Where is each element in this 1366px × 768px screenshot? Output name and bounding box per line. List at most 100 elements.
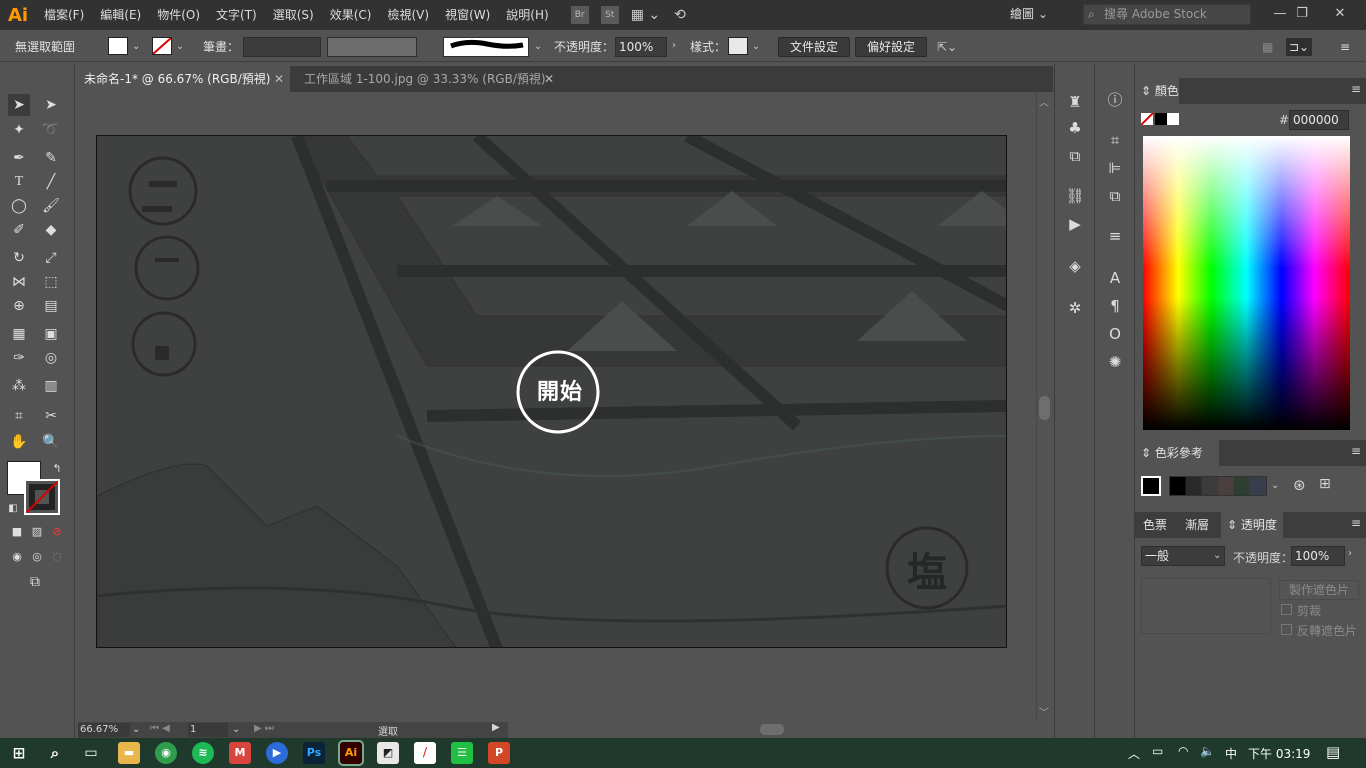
color-spectrum[interactable]	[1143, 136, 1350, 430]
artboard-tool-icon[interactable]: ⌗	[8, 405, 30, 427]
mesh-tool-icon[interactable]: ▦	[8, 323, 30, 345]
artboard-number-field[interactable]: 1	[188, 723, 228, 737]
scale-tool-icon[interactable]: ⤢	[40, 247, 62, 269]
menu-file[interactable]: 檔案(F)	[36, 0, 92, 30]
curvature-tool-icon[interactable]: ✎	[40, 147, 62, 169]
slice-tool-icon[interactable]: ✂	[40, 405, 62, 427]
panel-menu-icon[interactable]: ≡	[1351, 444, 1361, 458]
quick-actions-icon[interactable]: ⇱⌄	[937, 38, 957, 56]
preferences-button[interactable]: 偏好設定	[855, 37, 927, 57]
gpu-performance-icon[interactable]: ⟲	[674, 7, 686, 23]
menu-help[interactable]: 說明(H)	[498, 0, 556, 30]
swap-colors-icon[interactable]: ↰	[46, 458, 68, 480]
restore-button[interactable]: ❐	[1282, 0, 1322, 30]
workspace-switcher[interactable]: 繪圖 ⌄	[1010, 5, 1048, 22]
search-icon[interactable]: ⌕	[44, 742, 66, 764]
zoom-tool-icon[interactable]: 🔍	[40, 431, 62, 453]
menu-effect[interactable]: 效果(C)	[322, 0, 380, 30]
magic-wand-tool-icon[interactable]: ✦	[8, 119, 30, 141]
file-explorer-icon[interactable]: ▬	[118, 742, 140, 764]
chevron-up-icon[interactable]: ︿	[1128, 745, 1140, 762]
chevron-down-icon[interactable]: ⌄	[752, 41, 760, 52]
symbol-sprayer-tool-icon[interactable]: ⁂	[8, 375, 30, 397]
media-player-icon[interactable]: ▶	[266, 742, 288, 764]
layers-icon[interactable]: ◈	[1063, 254, 1087, 278]
volume-icon[interactable]: 🔈	[1200, 744, 1215, 758]
chevron-right-icon[interactable]: ›	[672, 40, 676, 51]
menu-object[interactable]: 物件(O)	[149, 0, 208, 30]
start-button-label[interactable]: 開始	[530, 374, 590, 406]
eyedropper-tool-icon[interactable]: ✑	[8, 347, 30, 369]
close-tab-icon[interactable]: ✕	[544, 66, 554, 92]
tab-color[interactable]: ⇕ 顏色	[1135, 78, 1179, 104]
chevron-down-icon[interactable]: ⌄	[1271, 480, 1279, 491]
tab-artboard-image[interactable]: 工作區域 1-100.jpg @ 33.33% (RGB/預視) ✕	[298, 66, 560, 92]
info-icon[interactable]: ⓘ	[1103, 88, 1127, 112]
edit-colors-icon[interactable]: ⊛	[1293, 476, 1306, 494]
gradient-mode-icon[interactable]: ▨	[26, 521, 48, 543]
chevron-down-icon[interactable]: ⌄	[232, 724, 240, 735]
zoom-field[interactable]: 66.67%	[78, 723, 130, 737]
lasso-tool-icon[interactable]: ➰	[40, 119, 62, 141]
stock-button[interactable]: St	[600, 6, 619, 24]
opentype-icon[interactable]: O	[1103, 322, 1127, 346]
ellipse-tool-icon[interactable]: ◯	[8, 195, 30, 217]
selection-tool-icon[interactable]: ➤	[8, 94, 30, 116]
clock[interactable]: 下午 03:19	[1248, 745, 1310, 762]
white-swatch[interactable]	[1167, 113, 1179, 125]
black-swatch[interactable]	[1155, 113, 1167, 125]
menu-lines-icon[interactable]: ≡	[1340, 38, 1350, 56]
brushes-icon[interactable]: ♜	[1063, 90, 1087, 114]
acrobat-icon[interactable]: ⧸	[414, 742, 436, 764]
artboard[interactable]: 開始 塩	[96, 135, 1007, 648]
asset-export-icon[interactable]: ✲	[1063, 296, 1087, 320]
arrange-docs-icon[interactable]: ▦ ⌄	[631, 7, 660, 23]
menu-select[interactable]: 選取(S)	[265, 0, 322, 30]
scroll-thumb[interactable]	[1039, 396, 1050, 420]
menu-edit[interactable]: 編輯(E)	[92, 0, 149, 30]
battery-icon[interactable]: ▭	[1152, 744, 1163, 758]
panel-menu-icon[interactable]: ≡	[1351, 82, 1361, 96]
stroke-panel-icon[interactable]: ≡	[1103, 224, 1127, 248]
status-menu-icon[interactable]: ▶	[492, 722, 500, 733]
links-icon[interactable]: ⛓	[1063, 184, 1087, 208]
wifi-icon[interactable]: ◠	[1178, 744, 1188, 758]
line-tool-icon[interactable]: ╱	[40, 171, 62, 193]
menu-view[interactable]: 檢視(V)	[379, 0, 437, 30]
windows-start-icon[interactable]: ⊞	[8, 742, 30, 764]
pathfinder-icon[interactable]: ⧉	[1103, 184, 1127, 208]
stock-search-input[interactable]: ⌕ 搜尋 Adobe Stock	[1083, 4, 1251, 25]
direct-selection-tool-icon[interactable]: ➤	[40, 94, 62, 116]
gradient-tool-icon[interactable]: ▣	[40, 323, 62, 345]
align-grid-icon[interactable]: ▦	[1262, 38, 1273, 56]
powerpoint-icon[interactable]: P	[488, 742, 510, 764]
panel-menu-icon[interactable]: ≡	[1351, 516, 1361, 530]
app-icon[interactable]: ◩	[377, 742, 399, 764]
transparency-opacity-field[interactable]: 100%	[1291, 546, 1345, 566]
tab-transparency[interactable]: ⇕ 透明度	[1221, 512, 1283, 538]
chevron-down-icon[interactable]: ⌄	[534, 41, 542, 52]
stroke-color-box[interactable]	[24, 479, 60, 515]
shaper-tool-icon[interactable]: ✐	[8, 219, 30, 241]
tab-gradient[interactable]: 漸層	[1179, 512, 1219, 538]
horizontal-scrollbar[interactable]	[508, 722, 1036, 738]
harmony-swatches[interactable]	[1169, 476, 1267, 496]
close-button[interactable]: ✕	[1320, 0, 1360, 30]
align-icon[interactable]: ⊫	[1103, 156, 1127, 180]
ime-indicator[interactable]: 中	[1225, 745, 1237, 762]
gmail-icon[interactable]: M	[229, 742, 251, 764]
opacity-field[interactable]: 100%	[615, 37, 667, 57]
transform-icon[interactable]: ⌗	[1103, 128, 1127, 152]
notification-icon[interactable]: ▤	[1326, 743, 1340, 761]
menu-window[interactable]: 視窗(W)	[437, 0, 498, 30]
hscroll-thumb[interactable]	[760, 724, 784, 735]
photoshop-icon[interactable]: Ps	[303, 742, 325, 764]
spotify-icon[interactable]: ≋	[192, 742, 214, 764]
pen-tool-icon[interactable]: ✒	[8, 147, 30, 169]
blend-tool-icon[interactable]: ◎	[40, 347, 62, 369]
screen-mode-icon[interactable]: ⧉	[24, 571, 46, 593]
chevron-down-icon[interactable]: ⌄	[176, 41, 184, 52]
tab-untitled[interactable]: 未命名-1* @ 66.67% (RGB/預視) ✕	[78, 66, 290, 92]
free-transform-tool-icon[interactable]: ⬚	[40, 271, 62, 293]
none-mode-icon[interactable]: ⊘	[46, 521, 68, 543]
